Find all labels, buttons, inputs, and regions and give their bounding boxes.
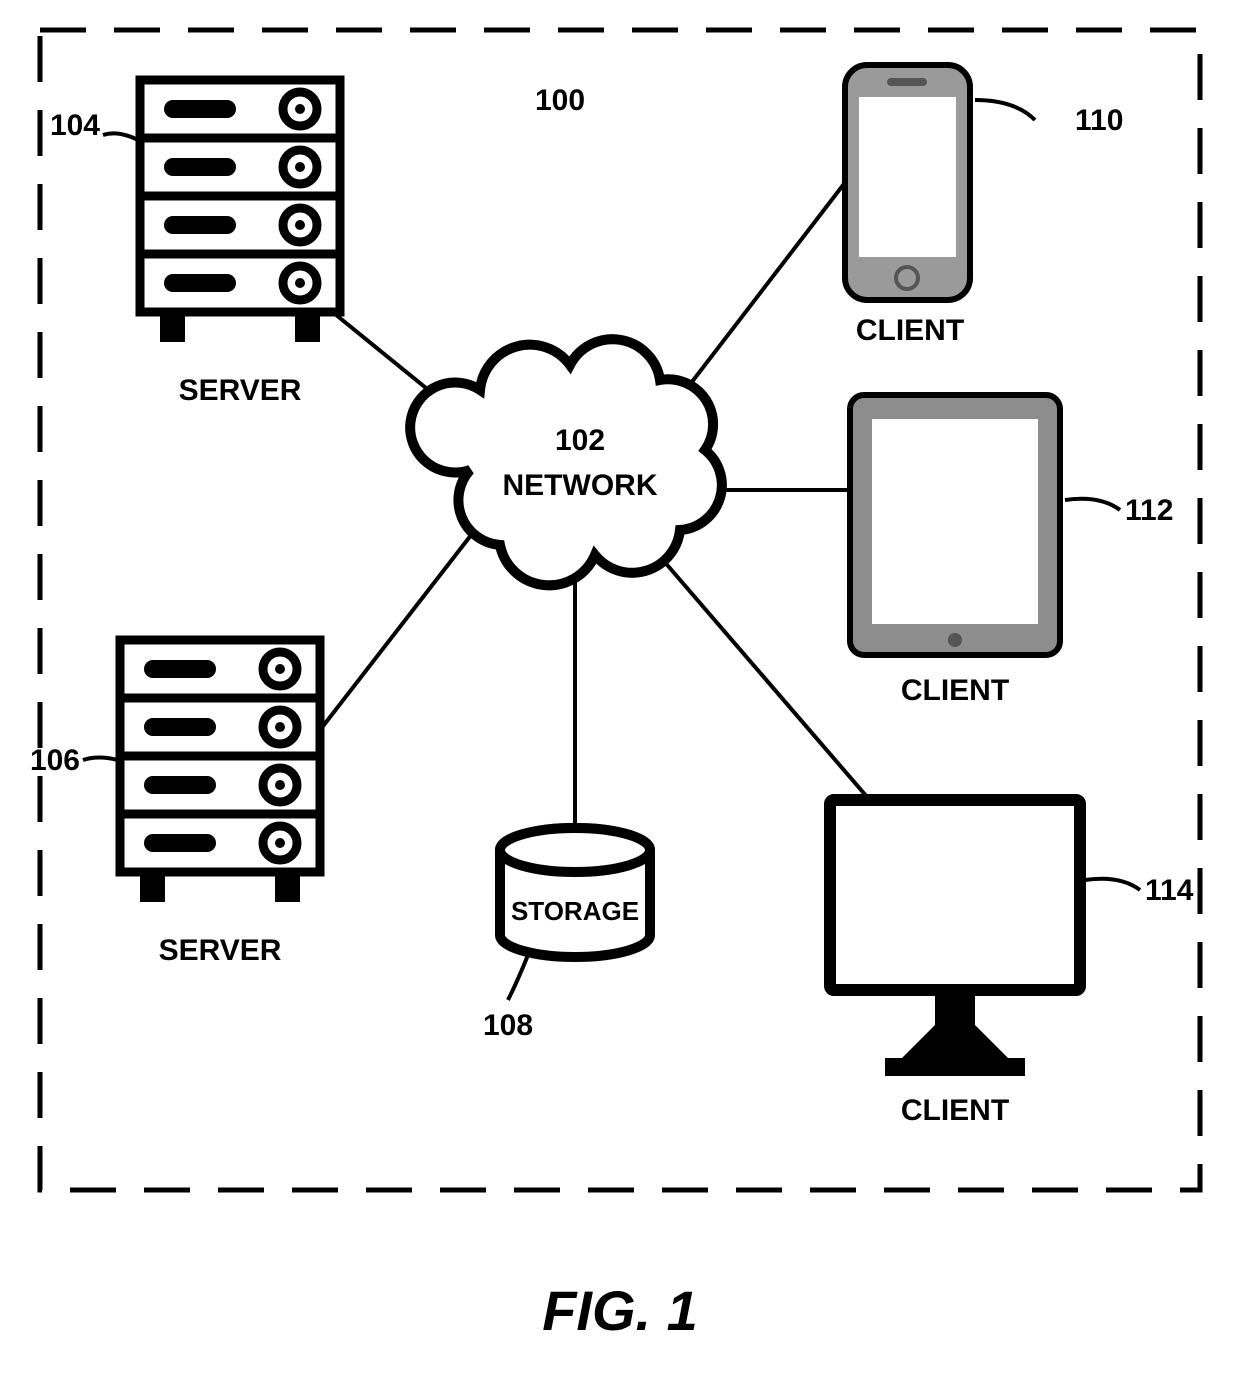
client-desktop-ref: 114 (1145, 874, 1194, 907)
figure-caption: FIG. 1 (542, 1279, 698, 1342)
server-2-label: SERVER (159, 934, 282, 967)
storage-node: STORAGE 108 (483, 828, 650, 1042)
storage-label: STORAGE (511, 896, 639, 926)
server-1: SERVER 104 (50, 80, 340, 407)
client-desktop-label: CLIENT (901, 1094, 1009, 1127)
client-tablet: CLIENT 112 (850, 395, 1173, 707)
network-ref: 102 (555, 424, 605, 457)
server-1-label: SERVER (179, 374, 302, 407)
client-phone: CLIENT 110 (845, 65, 1123, 347)
network-label: NETWORK (503, 469, 658, 502)
server-1-ref: 104 (50, 109, 100, 142)
client-phone-label: CLIENT (856, 314, 964, 347)
client-desktop: CLIENT 114 (830, 800, 1194, 1127)
network-cloud: 102 NETWORK (410, 339, 722, 585)
system-ref: 100 (535, 84, 585, 117)
server-2: SERVER 106 (30, 640, 320, 967)
storage-ref: 108 (483, 1009, 533, 1042)
server-2-ref: 106 (30, 744, 80, 777)
client-tablet-label: CLIENT (901, 674, 1009, 707)
client-tablet-ref: 112 (1125, 494, 1173, 527)
client-phone-ref: 110 (1075, 104, 1123, 137)
